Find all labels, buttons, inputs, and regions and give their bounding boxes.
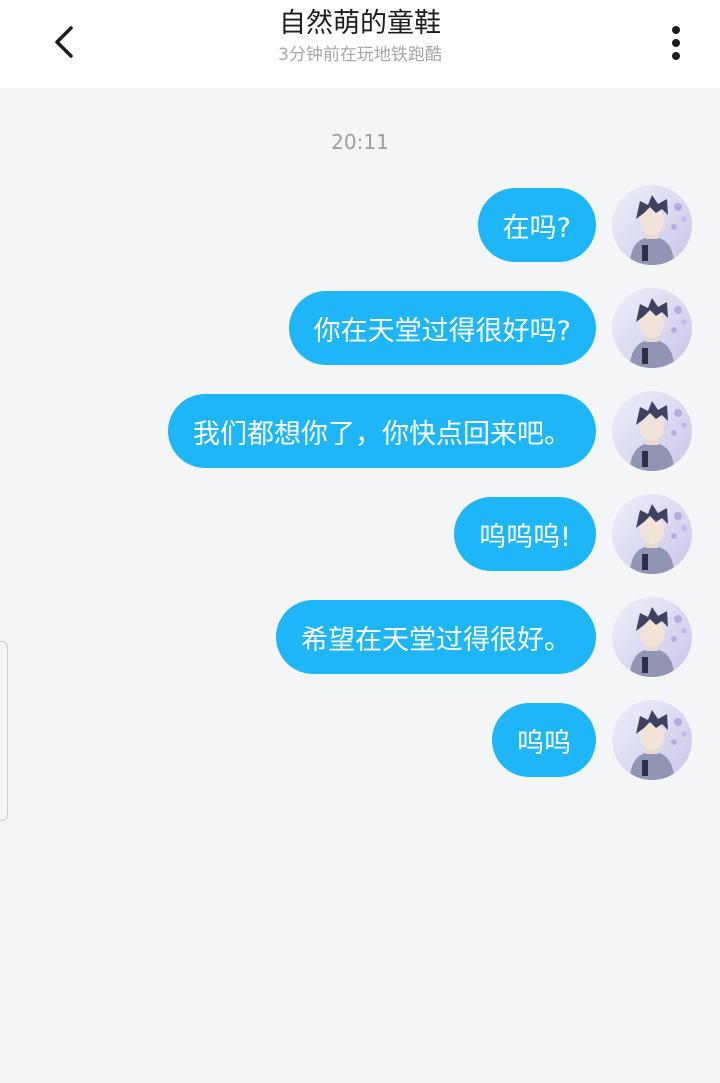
- back-button[interactable]: [40, 18, 88, 66]
- title-area: 自然萌的童鞋 3分钟前在玩地铁跑酷: [160, 6, 560, 68]
- message-timestamp: 20:11: [331, 130, 389, 154]
- message-row: 呜呜: [492, 700, 692, 780]
- message-bubble[interactable]: 你在天堂过得很好吗?: [288, 291, 596, 365]
- avatar[interactable]: [612, 288, 692, 368]
- status-subtitle: 3分钟前在玩地铁跑酷: [278, 45, 442, 65]
- message-row: 呜呜呜!: [454, 494, 692, 574]
- message-bubble[interactable]: 呜呜呜!: [454, 497, 596, 571]
- avatar[interactable]: [612, 494, 692, 574]
- message-bubble[interactable]: 我们都想你了，你快点回来吧。: [168, 394, 596, 468]
- message-row: 希望在天堂过得很好。: [276, 597, 692, 677]
- message-row: 在吗?: [477, 185, 692, 265]
- avatar[interactable]: [612, 185, 692, 265]
- more-options-button[interactable]: [652, 18, 700, 66]
- avatar[interactable]: [612, 700, 692, 780]
- chat-header: 自然萌的童鞋 3分钟前在玩地铁跑酷: [0, 0, 720, 88]
- message-row: 我们都想你了，你快点回来吧。: [168, 391, 692, 471]
- message-row: 你在天堂过得很好吗?: [288, 288, 692, 368]
- message-bubble[interactable]: 在吗?: [477, 188, 596, 262]
- vertical-dots-icon: [672, 26, 680, 60]
- side-drawer-handle[interactable]: [0, 641, 8, 821]
- message-bubble[interactable]: 希望在天堂过得很好。: [276, 600, 596, 674]
- avatar[interactable]: [612, 597, 692, 677]
- avatar[interactable]: [612, 391, 692, 471]
- chevron-left-icon: [55, 26, 73, 58]
- message-bubble[interactable]: 呜呜: [492, 703, 596, 777]
- page-title: 自然萌的童鞋: [279, 8, 441, 39]
